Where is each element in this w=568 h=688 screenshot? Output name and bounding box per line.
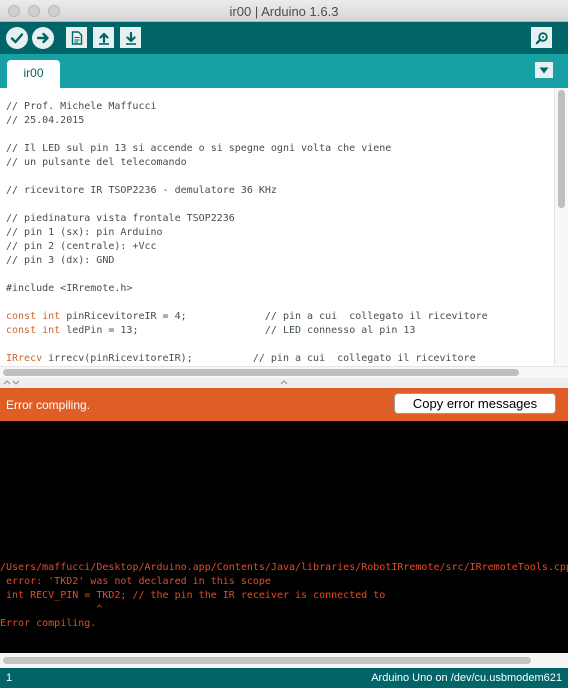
new-button[interactable]: [66, 27, 87, 48]
pane-splitter[interactable]: [0, 378, 568, 388]
magnifier-icon: [535, 31, 548, 44]
line-number: 1: [6, 672, 13, 684]
code-editor[interactable]: // Prof. Michele Maffucci // 25.04.2015 //…: [0, 88, 554, 366]
code-token: irrecv(pinRicevitoreIR); // pin a cui co…: [42, 353, 476, 364]
editor-vertical-scrollbar[interactable]: [554, 88, 568, 366]
console-line: int RECV_PIN = TKD2; // the pin the IR r…: [0, 590, 386, 601]
console-output[interactable]: /Users/maffucci/Desktop/Arduino.app/Cont…: [0, 421, 568, 653]
toolbar: [0, 22, 568, 54]
window-title: ir00 | Arduino 1.6.3: [229, 4, 339, 19]
code-token: // piedinatura vista frontale TSOP2236: [6, 213, 235, 224]
console-line: /Users/maffucci/Desktop/Arduino.app/Cont…: [0, 562, 568, 573]
code-token: // Prof. Michele Maffucci: [6, 101, 157, 112]
code-line: // Il LED sul pin 13 si accende o si spe…: [6, 142, 554, 156]
open-button[interactable]: [93, 27, 114, 48]
arrow-down-icon: [125, 31, 136, 45]
code-line: // Prof. Michele Maffucci: [6, 100, 554, 114]
board-port-info: Arduino Uno on /dev/cu.usbmodem621: [371, 672, 562, 684]
tab-menu-button[interactable]: [535, 62, 553, 78]
code-token: // 25.04.2015: [6, 115, 85, 126]
code-line: IRrecv irrecv(pinRicevitoreIR); // pin a…: [6, 352, 554, 366]
code-line: // ricevitore IR TSOP2236 - demulatore 3…: [6, 184, 554, 198]
code-token: ledPin = 13; // LED connesso al pin 13: [60, 325, 416, 336]
chevron-down-icon: [539, 67, 549, 73]
tab-ir00[interactable]: ir00: [7, 60, 60, 88]
code-token: // ricevitore IR TSOP2236 - demulatore 3…: [6, 185, 277, 196]
code-token: // un pulsante del telecomando: [6, 157, 187, 168]
arrow-up-icon: [98, 32, 109, 45]
status-message: Error compiling.: [6, 398, 91, 412]
code-line: // 25.04.2015: [6, 114, 554, 128]
console-horizontal-scroll-thumb[interactable]: [3, 657, 531, 664]
code-token: // Il LED sul pin 13 si accende o si spe…: [6, 143, 392, 154]
code-line: // pin 2 (centrale): +Vcc: [6, 240, 554, 254]
code-token: pinRicevitoreIR = 4; // pin a cui colleg…: [60, 311, 488, 322]
code-line: // piedinatura vista frontale TSOP2236: [6, 212, 554, 226]
document-icon: [71, 30, 82, 45]
console-lines: /Users/maffucci/Desktop/Arduino.app/Cont…: [0, 561, 568, 631]
console-line: Error compiling.: [0, 618, 97, 629]
code-line: const int pinRicevitoreIR = 4; // pin a …: [6, 310, 554, 324]
copy-error-messages-button[interactable]: Copy error messages: [394, 393, 556, 414]
code-line: // un pulsante del telecomando: [6, 156, 554, 170]
code-token: #include <IRremote.h>: [6, 283, 133, 294]
console-horizontal-scrollbar[interactable]: [0, 653, 568, 668]
tab-strip: ir00: [0, 54, 568, 88]
code-token: int: [42, 311, 61, 322]
code-token: IRrecv: [6, 353, 43, 364]
code-token: const: [6, 325, 37, 336]
code-line: // pin 3 (dx): GND: [6, 254, 554, 268]
status-bar: Error compiling. Copy error messages: [0, 388, 568, 421]
code-token: // pin 2 (centrale): +Vcc: [6, 241, 157, 252]
code-token: // pin 3 (dx): GND: [6, 255, 115, 266]
save-button[interactable]: [120, 27, 141, 48]
editor-horizontal-scroll-thumb[interactable]: [3, 369, 519, 376]
bottom-status-bar: 1 Arduino Uno on /dev/cu.usbmodem621: [0, 668, 568, 688]
serial-monitor-button[interactable]: [531, 27, 552, 48]
editor-horizontal-scrollbar[interactable]: [0, 366, 568, 378]
splitter-arrows-icon: [3, 380, 288, 385]
upload-button[interactable]: [32, 27, 54, 49]
code-token: // pin 1 (sx): pin Arduino: [6, 227, 163, 238]
code-token: int: [42, 325, 61, 336]
code-token: const: [6, 311, 37, 322]
code-line: // pin 1 (sx): pin Arduino: [6, 226, 554, 240]
arrow-right-icon: [36, 32, 49, 44]
window-title-bar: ir00 | Arduino 1.6.3: [0, 0, 568, 22]
console-line: error: 'TKD2' was not declared in this s…: [0, 576, 271, 587]
console-line: ^: [0, 604, 103, 615]
checkmark-icon: [10, 33, 24, 44]
code-line: const int ledPin = 13; // LED connesso a…: [6, 324, 554, 338]
editor-vertical-scroll-thumb[interactable]: [558, 90, 565, 208]
code-line: #include <IRremote.h>: [6, 282, 554, 296]
verify-button[interactable]: [6, 27, 28, 49]
